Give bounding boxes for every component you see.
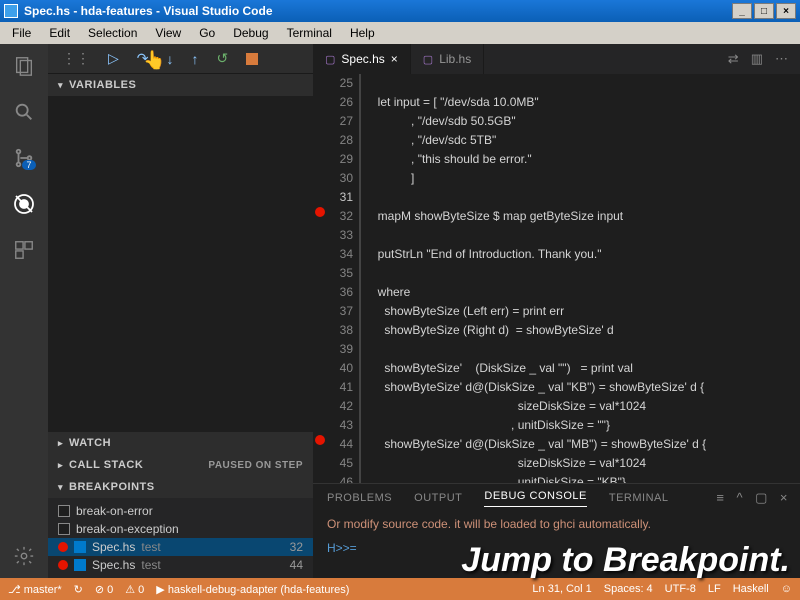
- menu-terminal[interactable]: Terminal: [279, 24, 340, 42]
- breakpoint-item[interactable]: break-on-exception: [48, 520, 313, 538]
- split-icon[interactable]: ▥: [751, 51, 763, 67]
- breakpoint-checkbox[interactable]: [58, 505, 70, 517]
- sync-icon[interactable]: ↻: [74, 583, 83, 596]
- breakpoints-header[interactable]: ▾BREAKPOINTS: [48, 476, 313, 498]
- debug-sidebar: ⋮⋮ ▷ ↷ ↓ ↑ ↺ 👆 ▾VARIABLES ▸WATCH ▸CALL S…: [48, 44, 313, 578]
- filter-icon[interactable]: ≡: [716, 490, 724, 506]
- breakpoint-checkbox[interactable]: [58, 523, 70, 535]
- breakpoint-dot-icon: [58, 560, 68, 570]
- callstack-header[interactable]: ▸CALL STACKPAUSED ON STEP: [48, 454, 313, 476]
- file-icon: ▢: [423, 53, 433, 66]
- maximize-button[interactable]: □: [754, 3, 774, 19]
- window-title: Spec.hs - hda-features - Visual Studio C…: [24, 4, 273, 18]
- scm-badge: 7: [22, 160, 35, 170]
- menu-edit[interactable]: Edit: [41, 24, 78, 42]
- menu-file[interactable]: File: [4, 24, 39, 42]
- git-branch[interactable]: ⎇ master*: [8, 583, 62, 596]
- search-icon[interactable]: [12, 100, 36, 124]
- debug-icon[interactable]: [12, 192, 36, 216]
- debug-console[interactable]: Or modify source code. it will be loaded…: [313, 512, 800, 578]
- panel-tab-problems[interactable]: PROBLEMS: [327, 492, 392, 504]
- step-out-button[interactable]: ↑: [192, 51, 199, 67]
- step-into-button[interactable]: ↓: [167, 51, 174, 67]
- panel-tab-debug-console[interactable]: DEBUG CONSOLE: [484, 490, 586, 507]
- stop-button[interactable]: [246, 53, 258, 65]
- breakpoints-list: break-on-errorbreak-on-exceptionSpec.hst…: [48, 498, 313, 578]
- indentation[interactable]: Spaces: 4: [604, 583, 653, 595]
- more-icon[interactable]: ⋯: [775, 51, 788, 67]
- tab-spec-hs[interactable]: ▢Spec.hs×: [313, 44, 411, 74]
- breakpoint-dot-icon: [58, 542, 68, 552]
- watch-header[interactable]: ▸WATCH: [48, 432, 313, 454]
- breakpoint-item[interactable]: Spec.hstest44: [48, 556, 313, 574]
- activity-bar: 7: [0, 44, 48, 578]
- chevron-down-icon: ▾: [58, 80, 63, 91]
- debug-toolbar: ⋮⋮ ▷ ↷ ↓ ↑ ↺ 👆: [48, 44, 313, 74]
- editor-area: ▢Spec.hs×▢Lib.hs ⇄ ▥ ⋯ 25262728293031323…: [313, 44, 800, 578]
- extensions-icon[interactable]: [12, 238, 36, 262]
- panel-tabs: PROBLEMSOUTPUTDEBUG CONSOLETERMINAL ≡ ^ …: [313, 484, 800, 512]
- close-tab-icon[interactable]: ×: [391, 52, 398, 66]
- errors-count[interactable]: ⊘ 0: [95, 583, 113, 596]
- eol[interactable]: LF: [708, 583, 721, 595]
- encoding[interactable]: UTF-8: [665, 583, 696, 595]
- step-over-button[interactable]: ↷: [137, 50, 149, 67]
- menu-go[interactable]: Go: [191, 24, 223, 42]
- compare-icon[interactable]: ⇄: [728, 51, 739, 67]
- panel-tab-terminal[interactable]: TERMINAL: [609, 492, 669, 504]
- breakpoint-checkbox[interactable]: [74, 541, 86, 553]
- console-prompt: H>>=: [327, 540, 786, 556]
- editor-actions: ⇄ ▥ ⋯: [728, 51, 800, 67]
- minimize-button[interactable]: _: [732, 3, 752, 19]
- maximize-panel-icon[interactable]: ▢: [755, 490, 768, 506]
- breakpoint-marker[interactable]: [315, 435, 325, 445]
- menu-debug[interactable]: Debug: [225, 24, 276, 42]
- restart-button[interactable]: ↺: [217, 50, 229, 67]
- window-titlebar: Spec.hs - hda-features - Visual Studio C…: [0, 0, 800, 22]
- code-editor[interactable]: 2526272829303132333435363738394041424344…: [313, 74, 800, 483]
- source-control-icon[interactable]: 7: [12, 146, 36, 170]
- chevron-right-icon: ▸: [58, 460, 63, 471]
- variables-body: [48, 96, 313, 432]
- explorer-icon[interactable]: [12, 54, 36, 78]
- continue-button[interactable]: ▷: [108, 50, 119, 67]
- breakpoint-marker[interactable]: [315, 207, 325, 217]
- feedback-icon[interactable]: ☺: [781, 583, 792, 595]
- menu-view[interactable]: View: [147, 24, 189, 42]
- close-panel-icon[interactable]: ×: [780, 490, 788, 506]
- language-mode[interactable]: Haskell: [733, 583, 769, 595]
- debug-target[interactable]: ▶ haskell-debug-adapter (hda-features): [156, 583, 349, 596]
- cursor-position[interactable]: Ln 31, Col 1: [532, 583, 591, 595]
- menu-help[interactable]: Help: [342, 24, 383, 42]
- menu-bar: FileEditSelectionViewGoDebugTerminalHelp: [0, 22, 800, 44]
- chevron-down-icon: ▾: [58, 482, 63, 493]
- panel-tab-output[interactable]: OUTPUT: [414, 492, 462, 504]
- console-output: Or modify source code. it will be loaded…: [327, 516, 786, 532]
- drag-handle-icon[interactable]: ⋮⋮: [62, 50, 90, 67]
- status-bar: ⎇ master* ↻ ⊘ 0 ⚠ 0 ▶ haskell-debug-adap…: [0, 578, 800, 600]
- collapse-icon[interactable]: ^: [737, 490, 744, 506]
- app-icon: [4, 4, 18, 18]
- bottom-panel: PROBLEMSOUTPUTDEBUG CONSOLETERMINAL ≡ ^ …: [313, 483, 800, 578]
- breakpoint-item[interactable]: Spec.hstest32: [48, 538, 313, 556]
- menu-selection[interactable]: Selection: [80, 24, 145, 42]
- chevron-right-icon: ▸: [58, 438, 63, 449]
- breakpoint-checkbox[interactable]: [74, 559, 86, 571]
- variables-header[interactable]: ▾VARIABLES: [48, 74, 313, 96]
- file-icon: ▢: [325, 53, 335, 66]
- tab-lib-hs[interactable]: ▢Lib.hs: [411, 44, 484, 74]
- settings-gear-icon[interactable]: [12, 544, 36, 568]
- warnings-count[interactable]: ⚠ 0: [125, 583, 144, 596]
- breakpoint-item[interactable]: break-on-error: [48, 502, 313, 520]
- tab-bar: ▢Spec.hs×▢Lib.hs ⇄ ▥ ⋯: [313, 44, 800, 74]
- close-button[interactable]: ×: [776, 3, 796, 19]
